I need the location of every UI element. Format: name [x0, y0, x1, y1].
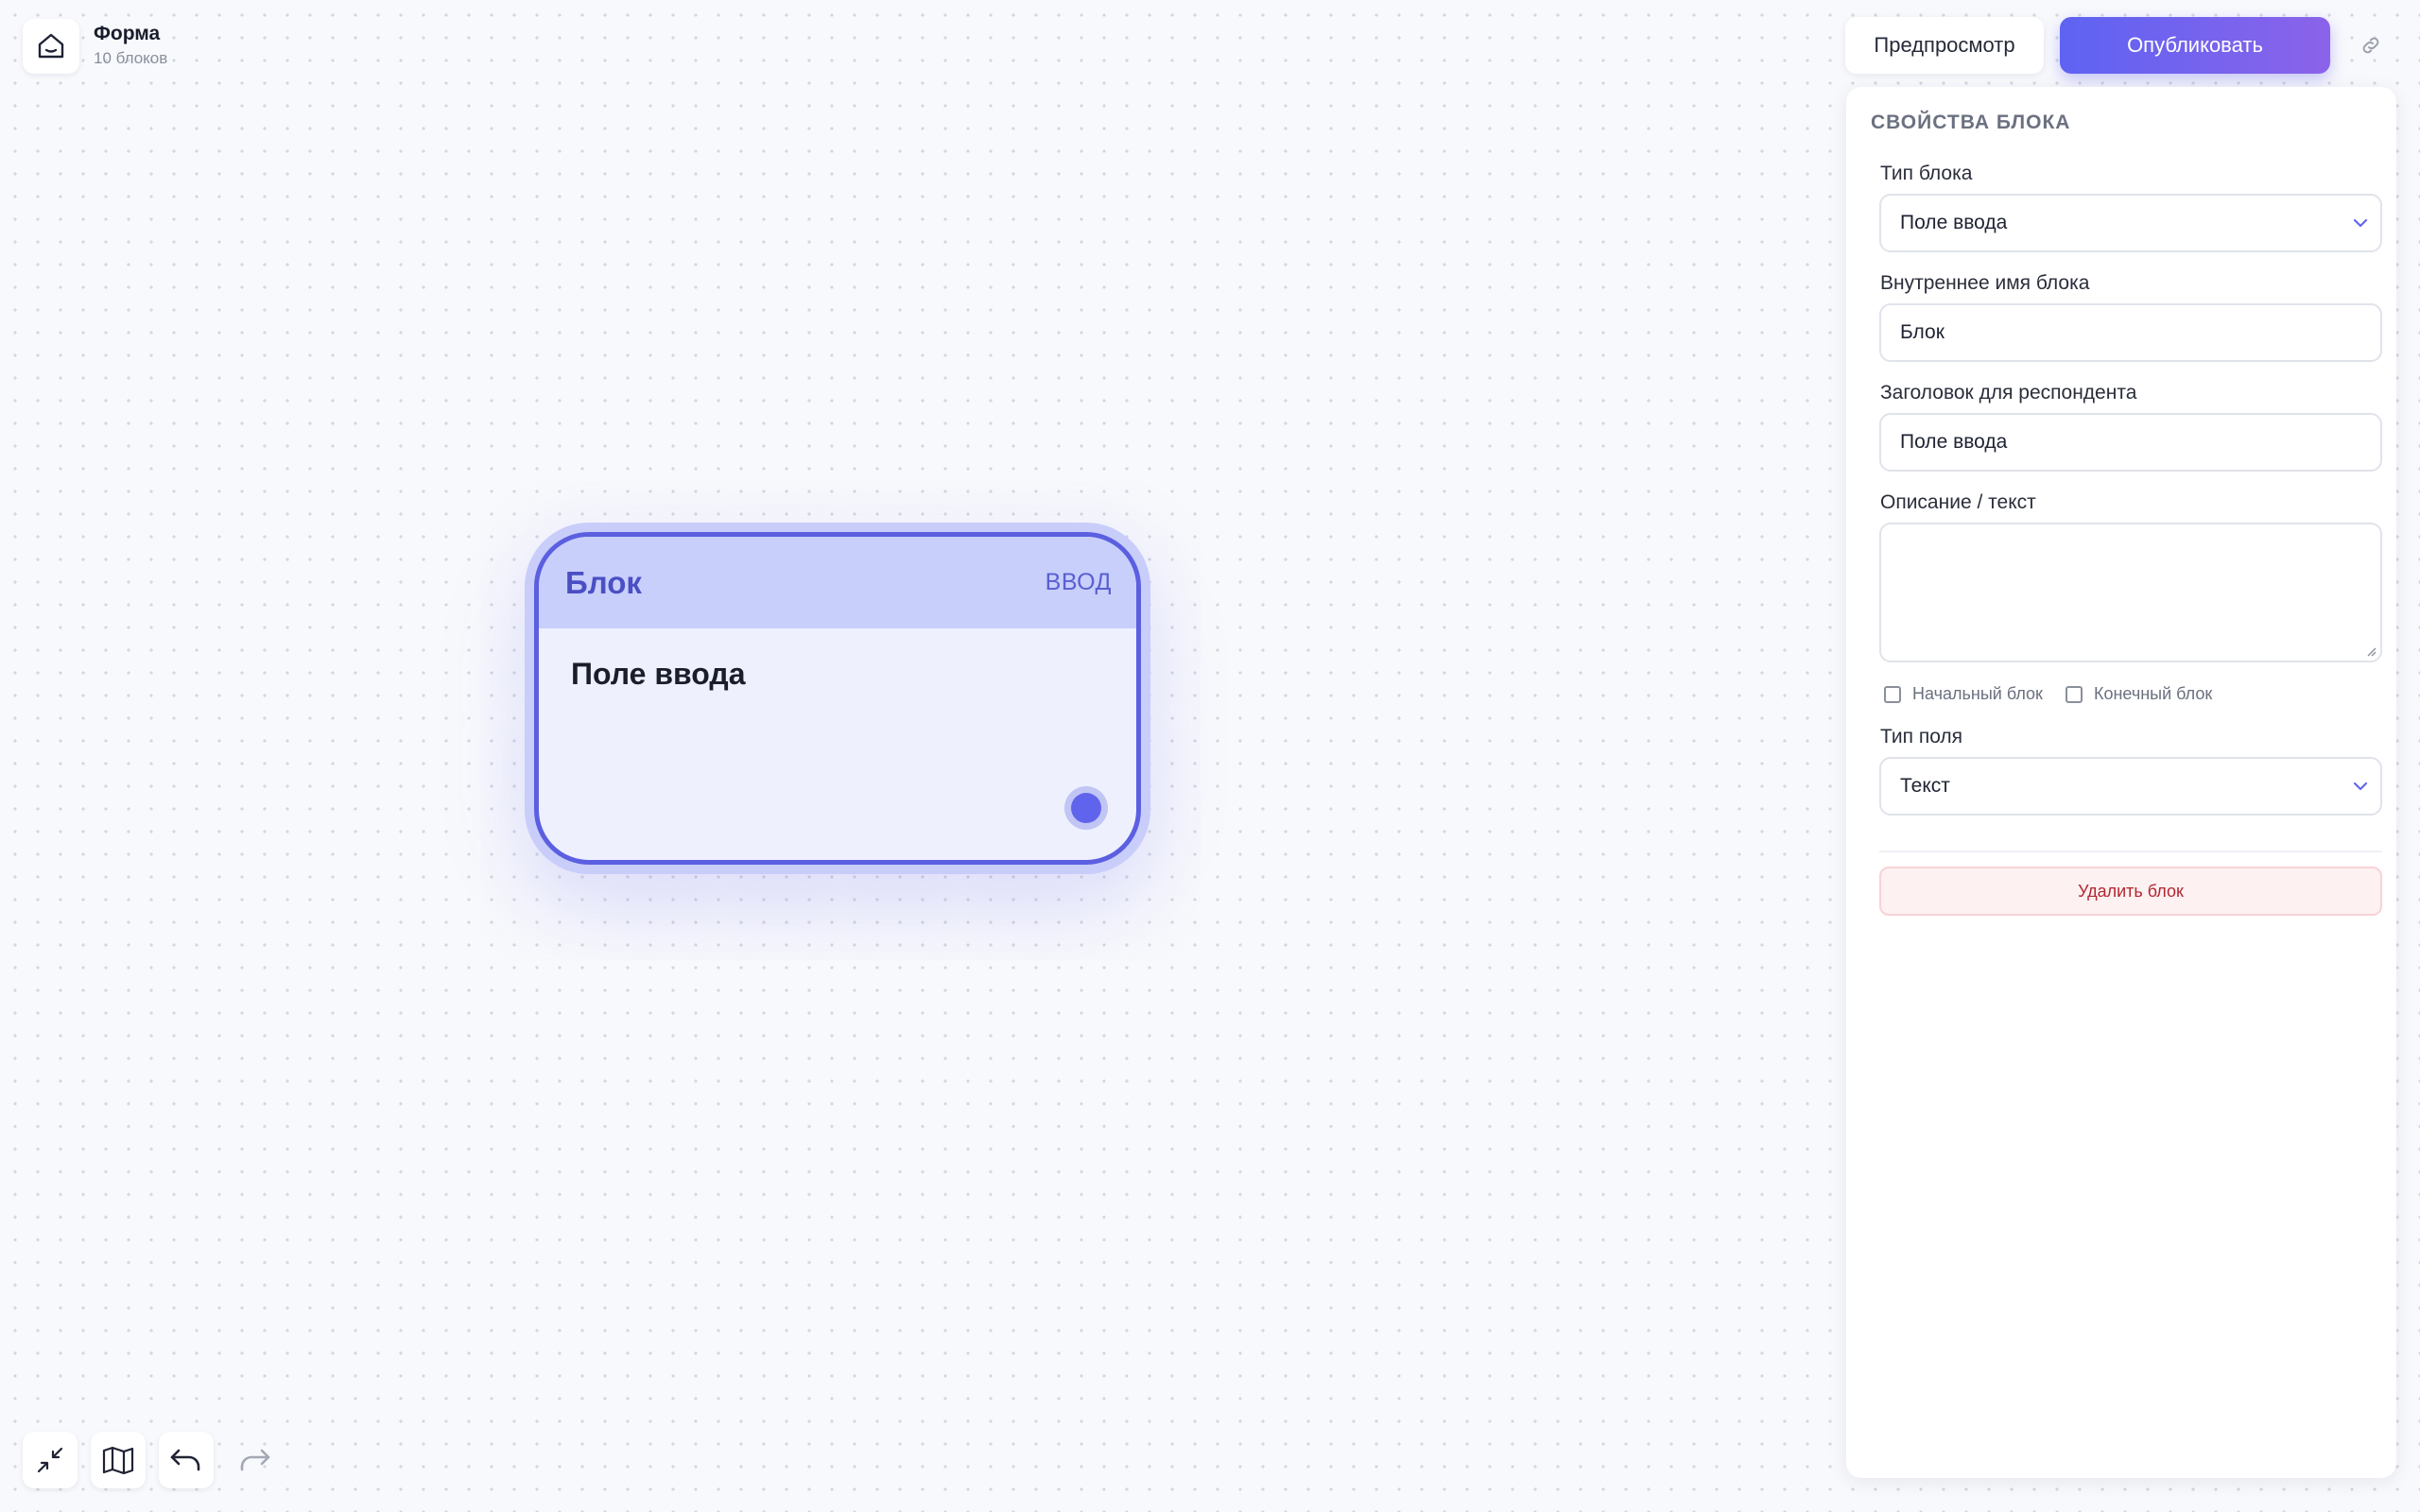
node-type-badge: ВВОД: [1045, 569, 1112, 595]
field-type-value: Текст: [1900, 775, 1950, 797]
publish-button[interactable]: Опубликовать: [2060, 17, 2330, 74]
minimap-button[interactable]: [91, 1432, 146, 1488]
map-icon: [102, 1446, 134, 1475]
end-block-checkbox[interactable]: [2066, 685, 2083, 703]
port-dot: [1071, 793, 1101, 823]
redo-icon: [240, 1449, 270, 1471]
node-output-port[interactable]: [1064, 786, 1108, 830]
undo-icon: [170, 1449, 200, 1471]
node-body-text: Поле ввода: [571, 657, 746, 691]
internal-name-value: Блок: [1900, 321, 1945, 343]
delete-block-button[interactable]: Удалить блок: [1879, 867, 2382, 916]
home-icon: [38, 33, 64, 59]
panel-title: СВОЙСТВА БЛОКА: [1871, 112, 2071, 133]
field-type-label: Тип поля: [1880, 726, 1963, 747]
fit-view-icon: [37, 1447, 63, 1473]
respondent-title-value: Поле ввода: [1900, 431, 2008, 453]
start-block-label: Начальный блок: [1912, 684, 2043, 703]
fit-view-button[interactable]: [23, 1432, 78, 1488]
respondent-title-label: Заголовок для респондента: [1880, 382, 2137, 404]
description-textarea[interactable]: [1879, 523, 2382, 662]
node-name: Блок: [565, 564, 642, 600]
block-type-select[interactable]: Поле ввода: [1879, 194, 2382, 252]
field-type-select[interactable]: Текст: [1879, 757, 2382, 816]
end-block-label: Конечный блок: [2094, 684, 2213, 703]
redo-button[interactable]: [227, 1432, 282, 1488]
chevron-down-icon: [2353, 782, 2368, 791]
link-icon: [2362, 37, 2379, 54]
undo-button[interactable]: [159, 1432, 214, 1488]
panel-divider: [1879, 850, 2382, 852]
resize-handle-icon[interactable]: [2365, 645, 2377, 657]
block-type-label: Тип блока: [1880, 163, 1973, 184]
end-block-checkbox-row[interactable]: Конечный блок: [2066, 684, 2212, 704]
block-type-value: Поле ввода: [1900, 212, 2008, 233]
block-count: 10 блоков: [94, 49, 168, 67]
copy-link-button[interactable]: [2354, 28, 2388, 62]
chevron-down-icon: [2353, 218, 2368, 228]
node-header: Блок ВВОД: [539, 537, 1136, 628]
internal-name-input[interactable]: Блок: [1879, 303, 2382, 362]
description-label: Описание / текст: [1880, 491, 2036, 513]
preview-button[interactable]: Предпросмотр: [1845, 17, 2044, 74]
start-block-checkbox[interactable]: [1884, 685, 1901, 703]
respondent-title-input[interactable]: Поле ввода: [1879, 413, 2382, 472]
home-button[interactable]: [23, 19, 79, 74]
block-properties-panel: СВОЙСТВА БЛОКА Тип блока Поле ввода Внут…: [1846, 87, 2396, 1478]
form-title: Форма: [94, 23, 161, 44]
start-block-checkbox-row[interactable]: Начальный блок: [1884, 684, 2043, 704]
flow-node[interactable]: Блок ВВОД Поле ввода: [534, 532, 1141, 865]
internal-name-label: Внутреннее имя блока: [1880, 272, 2090, 294]
